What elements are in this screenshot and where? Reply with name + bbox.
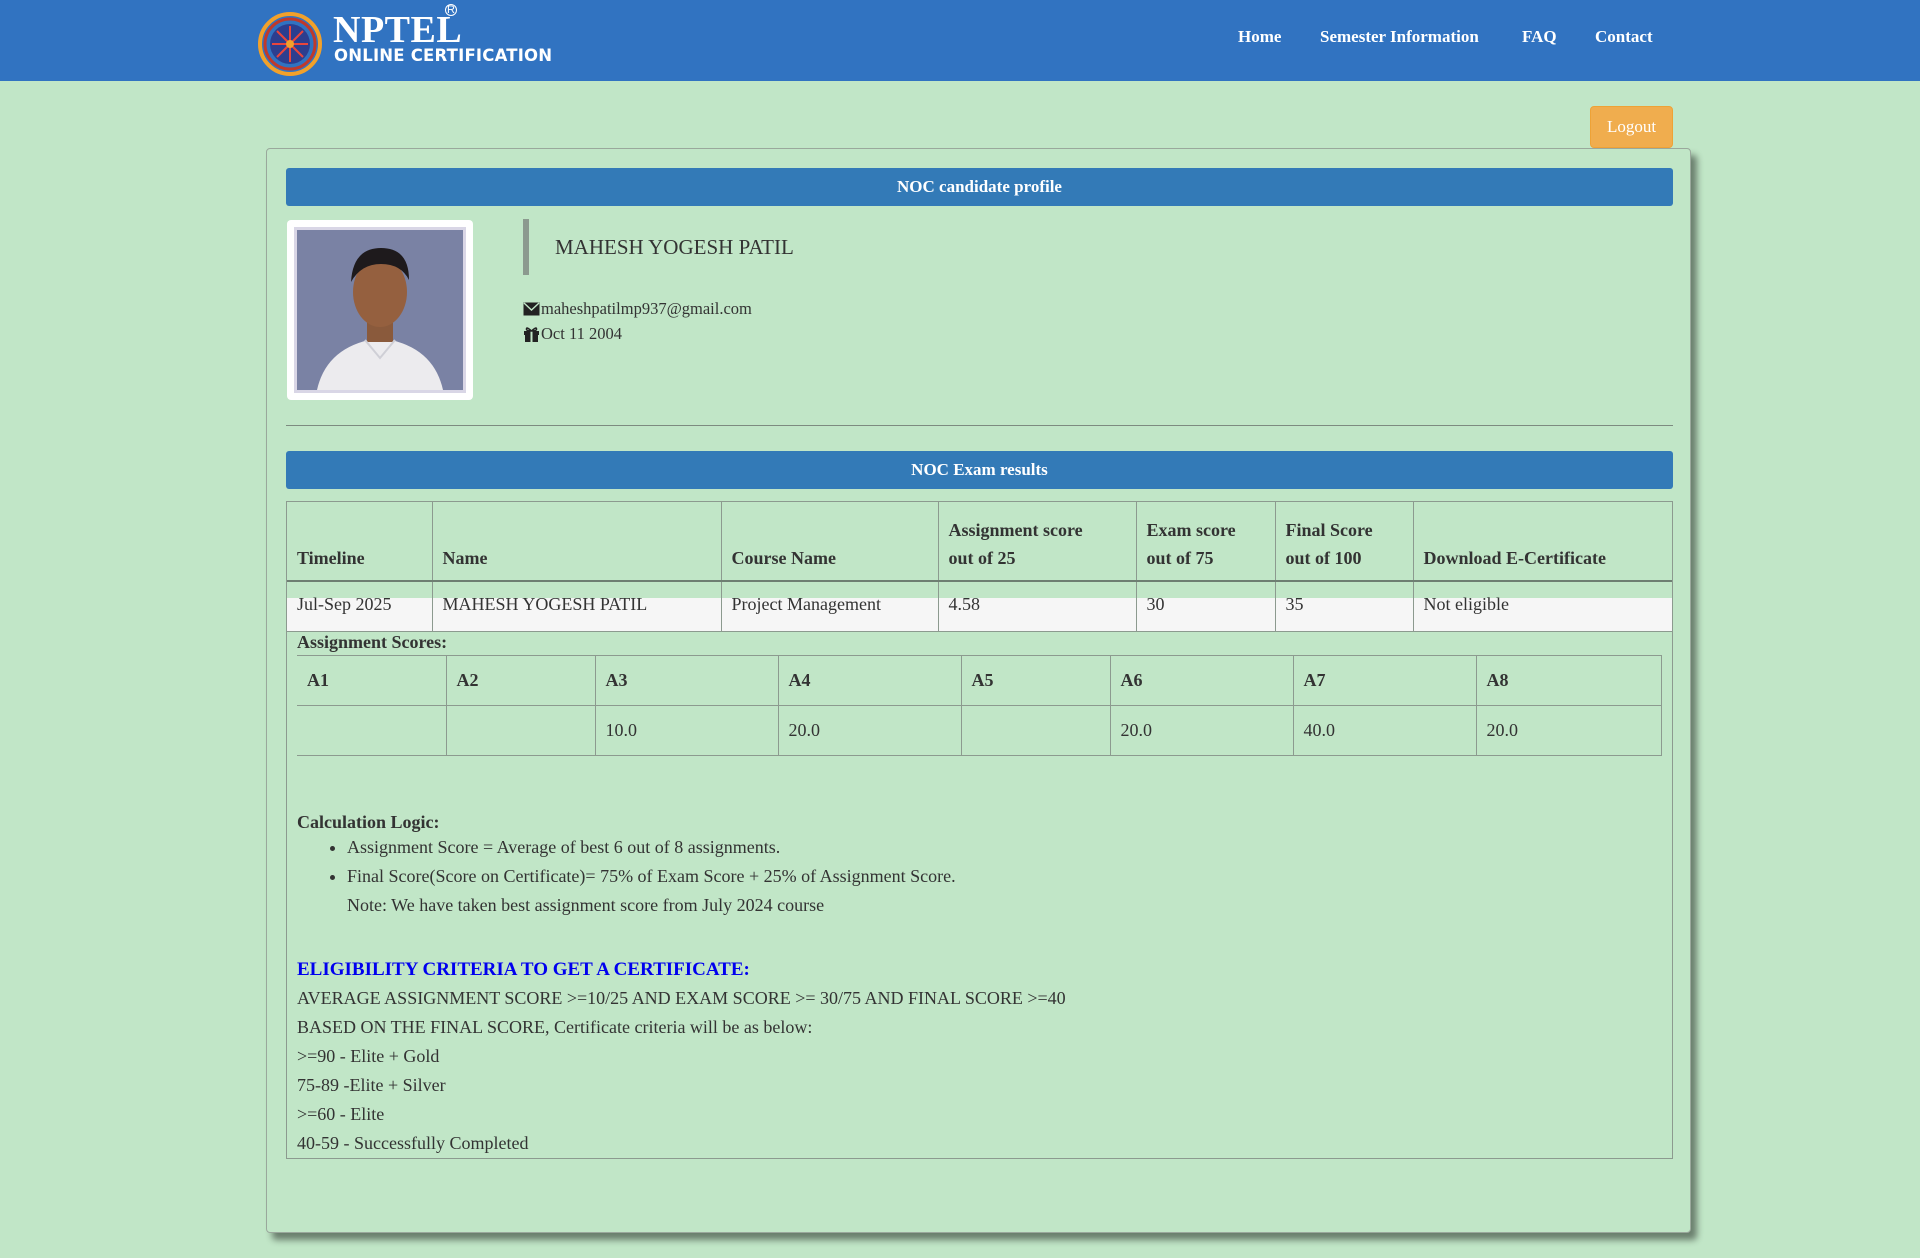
assignment-label-a7: A7 xyxy=(1292,654,1477,706)
calculation-logic-item: Assignment Score = Average of best 6 out… xyxy=(347,833,1662,862)
eligibility-line: >=60 - Elite xyxy=(297,1103,385,1124)
section-divider xyxy=(286,425,1673,426)
col-header-course-name: Course Name xyxy=(720,502,938,582)
cell-assignment-score: 4.58 xyxy=(937,581,1136,631)
col-header-download-certificate: Download E-Certificate xyxy=(1412,502,1672,582)
results-section-header: NOC Exam results xyxy=(286,451,1673,489)
cell-exam-score: 30 xyxy=(1135,581,1275,631)
cell-name: MAHESH YOGESH PATIL xyxy=(431,581,721,631)
candidate-photo xyxy=(294,227,466,393)
assignment-scores-table: A1 A2 A3 A4 A5 A6 A7 A8 10.0 20.0 20.0 4… xyxy=(297,654,1662,756)
col-header-final-score: Final Score out of 100 xyxy=(1274,502,1413,582)
assignment-label-a1: A1 xyxy=(297,654,447,706)
eligibility-line: 75-89 -Elite + Silver xyxy=(297,1074,446,1095)
registered-mark-icon: R xyxy=(445,4,457,16)
exam-results-table: Timeline Name Course Name Assignment sco… xyxy=(287,502,1672,1158)
top-navbar: NPTEL R ONLINE CERTIFICATION Home Semest… xyxy=(0,0,1920,81)
main-panel: NOC candidate profile MAHESH YOGESH PATI… xyxy=(266,148,1691,1233)
assignment-scores-title: Assignment Scores: xyxy=(297,631,448,652)
candidate-email: maheshpatilmp937@gmail.com xyxy=(541,299,752,318)
eligibility-line: >=90 - Elite + Gold xyxy=(297,1045,440,1066)
col-header-assignment-score: Assignment score out of 25 xyxy=(937,502,1136,582)
assignment-score-a3: 10.0 xyxy=(594,704,779,756)
col-header-timeline: Timeline xyxy=(287,502,432,582)
nav-semester-information-link[interactable]: Semester Information xyxy=(1320,27,1479,47)
eligibility-line: 40-59 - Successfully Completed xyxy=(297,1132,529,1153)
assignment-score-a5 xyxy=(960,704,1111,756)
eligibility-criteria-title: ELIGIBILITY CRITERIA TO GET A CERTIFICAT… xyxy=(297,958,750,980)
details-row: Assignment Scores: A1 A2 A3 A4 A5 A6 A7 … xyxy=(287,630,1672,1158)
logout-button[interactable]: Logout xyxy=(1590,106,1673,148)
assignment-labels-row: A1 A2 A3 A4 A5 A6 A7 A8 xyxy=(297,654,1662,706)
cell-timeline: Jul-Sep 2025 xyxy=(287,581,432,631)
nav-faq-link[interactable]: FAQ xyxy=(1522,27,1557,47)
col-header-exam-score: Exam score out of 75 xyxy=(1135,502,1275,582)
gift-icon xyxy=(524,327,539,342)
calculation-note: Note: We have taken best assignment scor… xyxy=(347,894,825,915)
calculation-logic-title: Calculation Logic: xyxy=(297,811,440,832)
assignment-label-a2: A2 xyxy=(445,654,596,706)
results-header-row: Timeline Name Course Name Assignment sco… xyxy=(287,502,1672,582)
candidate-photo-image xyxy=(297,230,463,390)
assignment-score-a1 xyxy=(297,704,447,756)
envelope-icon xyxy=(523,302,540,316)
assignment-score-a8: 20.0 xyxy=(1475,704,1662,756)
assignment-label-a6: A6 xyxy=(1109,654,1294,706)
assignment-label-a3: A3 xyxy=(594,654,779,706)
assignment-score-a2 xyxy=(445,704,596,756)
details-cell: Assignment Scores: A1 A2 A3 A4 A5 A6 A7 … xyxy=(287,630,1672,1158)
calculation-logic-list: Assignment Score = Average of best 6 out… xyxy=(347,833,1662,891)
eligibility-line: AVERAGE ASSIGNMENT SCORE >=10/25 AND EXA… xyxy=(297,987,1066,1008)
nav-menu: Home Semester Information FAQ Contact xyxy=(0,27,1920,51)
assignment-label-a5: A5 xyxy=(960,654,1111,706)
assignment-scores-row: 10.0 20.0 20.0 40.0 20.0 xyxy=(297,704,1662,756)
table-row: Jul-Sep 2025 MAHESH YOGESH PATIL Project… xyxy=(287,581,1672,631)
candidate-dob: Oct 11 2004 xyxy=(541,324,622,343)
nav-contact-link[interactable]: Contact xyxy=(1595,27,1653,47)
assignment-label-a4: A4 xyxy=(777,654,962,706)
candidate-photo-frame xyxy=(287,220,473,400)
calculation-logic-item: Final Score(Score on Certificate)= 75% o… xyxy=(347,862,1662,891)
assignment-score-a7: 40.0 xyxy=(1292,704,1477,756)
exam-results-table-container: Timeline Name Course Name Assignment sco… xyxy=(286,501,1673,1159)
cell-course-name: Project Management xyxy=(720,581,938,631)
candidate-email-row: maheshpatilmp937@gmail.com xyxy=(523,298,752,320)
assignment-score-a4: 20.0 xyxy=(777,704,962,756)
candidate-name: MAHESH YOGESH PATIL xyxy=(555,235,794,259)
cell-download-status: Not eligible xyxy=(1412,581,1672,631)
assignment-label-a8: A8 xyxy=(1475,654,1662,706)
cell-final-score: 35 xyxy=(1274,581,1413,631)
eligibility-line: BASED ON THE FINAL SCORE, Certificate cr… xyxy=(297,1016,813,1037)
col-header-name: Name xyxy=(431,502,721,582)
candidate-dob-row: Oct 11 2004 xyxy=(523,323,622,345)
nav-home-link[interactable]: Home xyxy=(1238,27,1281,47)
profile-section-header: NOC candidate profile xyxy=(286,168,1673,206)
assignment-score-a6: 20.0 xyxy=(1109,704,1294,756)
candidate-name-block: MAHESH YOGESH PATIL xyxy=(523,219,1123,275)
